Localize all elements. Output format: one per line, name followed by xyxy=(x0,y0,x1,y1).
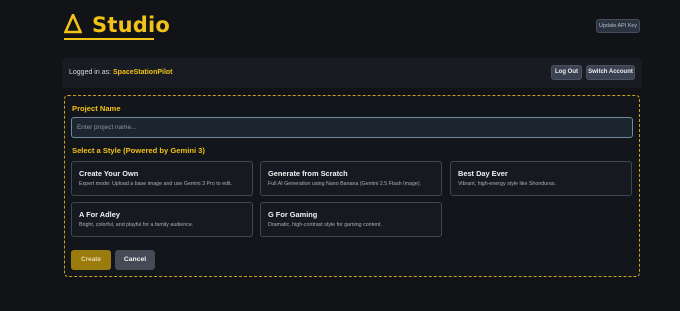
username: SpaceStationPilot xyxy=(113,69,173,76)
cancel-button[interactable]: Cancel xyxy=(115,250,155,270)
style-card-best-day-ever[interactable]: Best Day Ever Vibrant, high-energy style… xyxy=(450,161,632,196)
style-card-title: Best Day Ever xyxy=(458,169,508,178)
style-card-title: A For Adley xyxy=(79,210,120,219)
update-api-key-button[interactable]: Update API Key xyxy=(596,19,640,33)
style-card-generate-from-scratch[interactable]: Generate from Scratch Full AI Generation… xyxy=(260,161,442,196)
project-name-label: Project Name xyxy=(72,104,121,113)
style-card-description: Full AI Generation using Nano Banana (Ge… xyxy=(268,181,422,187)
style-card-g-for-gaming[interactable]: G For Gaming Dramatic, high-contrast sty… xyxy=(260,202,442,237)
style-card-a-for-adley[interactable]: A For Adley Bright, colorful, and playfu… xyxy=(71,202,253,237)
project-name-input[interactable]: Enter project name... xyxy=(71,117,633,138)
delta-icon xyxy=(64,14,82,34)
style-card-description: Expert mode: Upload a base image and use… xyxy=(79,181,233,187)
logout-button[interactable]: Log Out xyxy=(551,65,582,80)
style-card-description: Bright, colorful, and playful for a fami… xyxy=(79,222,194,228)
style-card-title: Generate from Scratch xyxy=(268,169,348,178)
create-project-panel: Project Name Enter project name... Selec… xyxy=(64,95,640,277)
create-button[interactable]: Create xyxy=(71,250,111,270)
logo-underline xyxy=(64,38,154,40)
style-card-description: Dramatic, high-contrast style for gaming… xyxy=(268,222,382,228)
style-card-create-your-own[interactable]: Create Your Own Expert mode: Upload a ba… xyxy=(71,161,253,196)
style-card-title: Create Your Own xyxy=(79,169,139,178)
style-card-description: Vibrant, high-energy style like Shondura… xyxy=(458,181,556,187)
logo: Studio xyxy=(64,12,170,38)
switch-account-button[interactable]: Switch Account xyxy=(586,65,635,80)
logged-in-status: Logged in as: SpaceStationPilot xyxy=(69,69,173,76)
logo-text: Studio xyxy=(92,13,170,37)
account-bar: Logged in as: SpaceStationPilot Log Out … xyxy=(62,58,642,88)
style-select-label: Select a Style (Powered by Gemini 3) xyxy=(72,146,205,155)
style-card-title: G For Gaming xyxy=(268,210,318,219)
logged-in-label: Logged in as: xyxy=(69,69,112,76)
